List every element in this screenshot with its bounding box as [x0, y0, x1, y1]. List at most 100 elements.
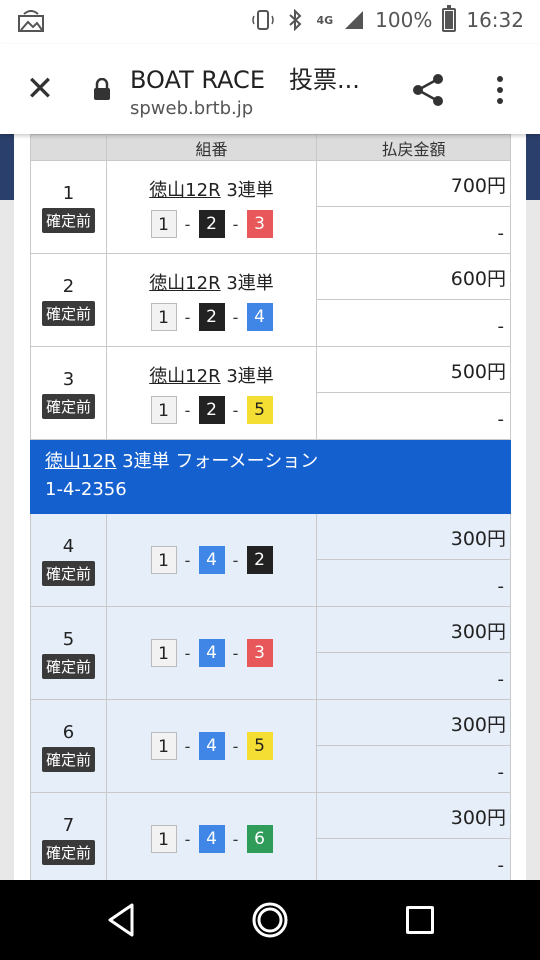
race-link[interactable]: 徳山12R 3連単 — [107, 362, 316, 388]
formation-header: 徳山12R 3連単 フォーメーション 1-4-2356 — [30, 439, 511, 514]
table-row: 7 確定前 1- 4- 6 300円 - — [30, 792, 511, 880]
formation-race-link[interactable]: 徳山12R — [45, 451, 116, 472]
bet-type: 3連単 — [226, 273, 274, 294]
row-number: 4 — [62, 535, 75, 557]
battery-percent: 100% — [375, 8, 433, 32]
boat-number: 1 — [150, 639, 177, 667]
payout-amount: 300円 — [317, 793, 510, 839]
race-name[interactable]: 徳山12R — [149, 273, 220, 294]
header-payout: 払戻金額 — [316, 134, 511, 161]
row-number: 2 — [62, 275, 75, 297]
payout-cell: 700円 - — [316, 160, 511, 254]
nfc-vibrate-icon — [252, 10, 275, 30]
status-badge: 確定前 — [41, 393, 95, 419]
formation-type: 3連単 フォーメーション — [116, 451, 319, 472]
boat-number: 1 — [150, 396, 177, 424]
payout-sub: - — [497, 669, 505, 690]
race-name[interactable]: 徳山12R — [149, 180, 220, 201]
payout-sub: - — [497, 762, 505, 783]
row-number-cell: 1 確定前 — [30, 160, 107, 254]
combo-cell: 徳山12R 3連単 1- 2- 5 — [106, 346, 317, 440]
status-badge: 確定前 — [41, 560, 95, 586]
boat-number: 4 — [198, 732, 225, 760]
table-row: 3 確定前 徳山12R 3連単 1- 2- 5 500円 - — [30, 346, 511, 440]
page-background-right — [526, 134, 540, 200]
recent-apps-icon[interactable] — [406, 906, 434, 934]
payout-amount: 700円 — [317, 161, 510, 207]
lock-icon — [94, 78, 110, 100]
payout-sub: - — [497, 576, 505, 597]
boat-number: 4 — [198, 825, 225, 853]
combo-cell: 徳山12R 3連単 1- 2- 3 — [106, 160, 317, 254]
network-type-label: 4G — [316, 13, 334, 27]
boat-number: 3 — [246, 639, 273, 667]
boat-number: 4 — [246, 303, 273, 331]
boat-number: 3 — [246, 210, 273, 238]
navigation-bar — [0, 880, 540, 960]
combo-cell: 1- 4- 6 — [106, 792, 317, 880]
header-combo: 組番 — [106, 134, 317, 161]
page-title: BOAT RACE 投票... — [130, 66, 360, 94]
row-number: 1 — [62, 182, 75, 204]
boat-number: 2 — [198, 396, 225, 424]
image-notification-icon — [18, 10, 44, 32]
boat-combo: 1- 4- 3 — [150, 639, 273, 667]
back-icon[interactable] — [106, 902, 136, 938]
signal-icon — [345, 11, 364, 29]
page-background-left — [0, 134, 14, 200]
page-content: 組番 払戻金額 1 確定前 徳山12R 3連単 1- 2- 3 700円 - 2… — [0, 134, 540, 880]
boat-combo: 1- 4- 6 — [150, 825, 273, 853]
boat-number: 1 — [150, 210, 177, 238]
share-icon[interactable] — [410, 72, 446, 108]
boat-number: 2 — [198, 210, 225, 238]
boat-number: 1 — [150, 546, 177, 574]
browser-toolbar: ✕ BOAT RACE 投票... spweb.brtb.jp — [0, 44, 540, 134]
status-badge: 確定前 — [41, 839, 95, 865]
row-number-cell: 3 確定前 — [30, 346, 107, 440]
boat-number: 2 — [198, 303, 225, 331]
boat-combo: 1- 2- 3 — [150, 210, 273, 238]
payout-amount: 300円 — [317, 700, 510, 746]
bet-type: 3連単 — [226, 366, 274, 387]
bet-table: 組番 払戻金額 1 確定前 徳山12R 3連単 1- 2- 3 700円 - 2… — [30, 134, 511, 880]
boat-number: 2 — [246, 546, 273, 574]
race-link[interactable]: 徳山12R 3連単 — [107, 269, 316, 295]
table-row: 4 確定前 1- 4- 2 300円 - — [30, 513, 511, 607]
race-link[interactable]: 徳山12R 3連単 — [107, 176, 316, 202]
row-number: 3 — [62, 368, 75, 390]
row-number: 5 — [62, 628, 75, 650]
payout-amount: 300円 — [317, 514, 510, 560]
boat-number: 1 — [150, 732, 177, 760]
payout-cell: 300円 - — [316, 699, 511, 793]
clock: 16:32 — [466, 8, 524, 32]
page-url[interactable]: spweb.brtb.jp — [130, 98, 253, 119]
home-icon[interactable] — [250, 900, 290, 940]
row-number-cell: 7 確定前 — [30, 792, 107, 880]
row-number: 6 — [62, 721, 75, 743]
payout-sub: - — [497, 316, 505, 337]
battery-icon — [442, 5, 457, 32]
payout-amount: 500円 — [317, 347, 510, 393]
boat-number: 4 — [198, 639, 225, 667]
formation-combo: 1-4-2356 — [45, 479, 127, 500]
race-name[interactable]: 徳山12R — [149, 366, 220, 387]
more-vert-icon[interactable] — [490, 72, 510, 108]
combo-cell: 徳山12R 3連単 1- 2- 4 — [106, 253, 317, 347]
status-badge: 確定前 — [41, 746, 95, 772]
payout-cell: 600円 - — [316, 253, 511, 347]
boat-number: 1 — [150, 303, 177, 331]
close-icon[interactable]: ✕ — [22, 72, 58, 108]
payout-sub: - — [497, 223, 505, 244]
status-badge: 確定前 — [41, 300, 95, 326]
row-number-cell: 2 確定前 — [30, 253, 107, 347]
combo-cell: 1- 4- 3 — [106, 606, 317, 700]
boat-number: 6 — [246, 825, 273, 853]
bluetooth-icon — [289, 9, 302, 31]
row-number-cell: 6 確定前 — [30, 699, 107, 793]
boat-combo: 1- 2- 4 — [150, 303, 273, 331]
boat-combo: 1- 4- 2 — [150, 546, 273, 574]
table-header: 組番 払戻金額 — [30, 134, 511, 161]
row-number-cell: 4 確定前 — [30, 513, 107, 607]
status-badge: 確定前 — [41, 207, 95, 233]
status-badge: 確定前 — [41, 653, 95, 679]
